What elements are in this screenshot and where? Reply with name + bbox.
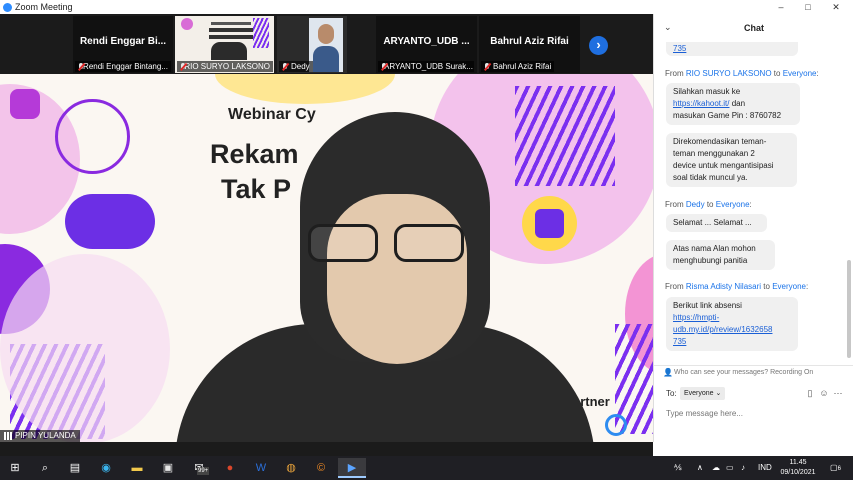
zoom-logo-icon bbox=[3, 2, 12, 12]
slide-headline-1: Rekam bbox=[210, 139, 299, 169]
app-c-icon[interactable]: © bbox=[313, 460, 329, 476]
window-title: Zoom Meeting bbox=[15, 2, 73, 12]
meeting-bottom-bar bbox=[0, 442, 653, 456]
clock[interactable]: 11.45 09/10/2021 bbox=[776, 458, 820, 478]
participant-name: Bahrul Aziz Rifai bbox=[490, 36, 569, 47]
chrome-icon[interactable]: ◍ bbox=[283, 460, 299, 476]
message-sender: From Risma Adisty Nilasari to Everyone: bbox=[665, 282, 809, 291]
participant-video bbox=[309, 18, 343, 72]
message-sender: From Dedy to Everyone: bbox=[665, 200, 752, 209]
participant-name: ARYANTO_UDB ... bbox=[383, 36, 470, 47]
next-page-button[interactable]: › bbox=[589, 36, 608, 55]
mic-muted-icon bbox=[78, 63, 84, 70]
chat-title: Chat bbox=[744, 23, 764, 33]
participant-name: Rendi Enggar Bi... bbox=[79, 36, 167, 47]
chat-footer bbox=[653, 442, 853, 456]
scrollbar-thumb[interactable] bbox=[847, 260, 851, 358]
desktop: Zoom Meeting – □ ✕ Rendi Enggar Bi... Re… bbox=[0, 0, 853, 480]
decor-blob bbox=[0, 254, 170, 442]
mic-muted-icon bbox=[484, 63, 490, 70]
chat-header: ⌄ Chat bbox=[654, 14, 853, 42]
chat-panel: ⌄ Chat 735 From RIO SURYO LAKSONO to Eve… bbox=[653, 14, 853, 442]
volume-icon[interactable]: ♪ bbox=[741, 460, 745, 476]
slide-headline-2: Tak P bbox=[221, 174, 292, 204]
slide-webinar-text: Webinar Cy bbox=[228, 106, 316, 123]
logo-icon bbox=[10, 89, 40, 119]
partner-logo-icon bbox=[605, 414, 627, 436]
word-icon[interactable]: W bbox=[253, 460, 269, 476]
audio-level-icon bbox=[4, 432, 12, 440]
mic-muted-icon bbox=[180, 63, 187, 70]
emoji-icon[interactable]: ☺ bbox=[819, 388, 829, 399]
chat-message: Berikut link absensi https://hmpti- udb.… bbox=[666, 297, 798, 351]
speaker-name-label: PIPIN YULANDA bbox=[0, 430, 80, 442]
participant-tile[interactable]: Rendi Enggar Bi... Rendi Enggar Bintang.… bbox=[73, 16, 173, 73]
search-icon[interactable]: ⌕ bbox=[37, 460, 53, 476]
decor-blob bbox=[215, 74, 395, 104]
kahoot-link[interactable]: https://kahoot.it/ bbox=[673, 99, 729, 108]
participant-label: RIO SURYO LAKSONO bbox=[177, 61, 273, 72]
chat-scrollbar[interactable] bbox=[847, 42, 852, 364]
more-icon[interactable]: ⋯ bbox=[833, 388, 843, 399]
mail-badge: 99+ bbox=[197, 467, 210, 475]
shared-screen-thumbnail bbox=[181, 18, 269, 60]
absensi-link-end[interactable]: 735 bbox=[673, 337, 686, 346]
participant-tile[interactable]: ARYANTO_UDB ... ARYANTO_UDB Surak... bbox=[376, 16, 477, 73]
zoom-taskbar-icon[interactable]: ▶ bbox=[338, 458, 366, 478]
edge-icon[interactable]: ◉ bbox=[98, 460, 114, 476]
file-explorer-icon[interactable]: ▬ bbox=[129, 460, 145, 476]
mic-muted-icon bbox=[282, 63, 288, 70]
chevron-up-icon[interactable]: ∧ bbox=[697, 460, 703, 476]
recipient-select[interactable]: Everyone ⌄ bbox=[680, 387, 726, 400]
participant-tile[interactable]: Bahrul Aziz Rifai Bahrul Aziz Rifai bbox=[479, 16, 580, 73]
language-indicator[interactable]: IND bbox=[758, 460, 772, 476]
speaker-face bbox=[327, 194, 467, 364]
recipient-row: To: Everyone ⌄ ▯ ☺ ⋯ bbox=[654, 386, 853, 402]
people-icon: 👤 bbox=[663, 368, 673, 377]
absensi-link-cont[interactable]: udb.my.id/p/review/1632658 bbox=[673, 325, 772, 334]
participant-label: Dedy bbox=[279, 61, 313, 72]
mail-icon[interactable]: ✉ 99+ bbox=[191, 460, 210, 476]
participant-label: Bahrul Aziz Rifai bbox=[481, 61, 555, 72]
battery-icon[interactable]: ▭ bbox=[726, 460, 734, 476]
meeting-area: Rendi Enggar Bi... Rendi Enggar Bintang.… bbox=[0, 14, 653, 442]
maximize-button[interactable]: □ bbox=[795, 0, 821, 14]
cloud-network-icon bbox=[65, 194, 155, 249]
participant-tile[interactable]: Dedy bbox=[277, 16, 347, 73]
file-icon[interactable]: ▯ bbox=[805, 388, 815, 399]
chat-message: 735 bbox=[666, 42, 798, 56]
chat-message-input[interactable] bbox=[666, 406, 846, 420]
to-label: To: bbox=[666, 389, 677, 398]
fingerprint-icon bbox=[535, 209, 564, 238]
chat-message: Atas nama Alan mohon menghubungi panitia bbox=[666, 240, 775, 270]
chat-message: Silahkan masuk ke https://kahoot.it/ dan… bbox=[666, 83, 800, 125]
speaker-glasses bbox=[308, 224, 473, 264]
absensi-link[interactable]: https://hmpti- bbox=[673, 313, 719, 322]
store-icon[interactable]: ▣ bbox=[160, 460, 176, 476]
chat-messages[interactable]: 735 From RIO SURYO LAKSONO to Everyone: … bbox=[654, 42, 844, 364]
person-icon[interactable]: ⅍ bbox=[674, 460, 682, 476]
minimize-button[interactable]: – bbox=[768, 0, 794, 14]
notification-icon[interactable]: ▢6 bbox=[830, 460, 841, 476]
participant-label: ARYANTO_UDB Surak... bbox=[378, 61, 474, 72]
title-bar: Zoom Meeting – □ ✕ bbox=[0, 0, 853, 14]
decor-stripes bbox=[515, 86, 615, 186]
windows-start-icon[interactable]: ⊞ bbox=[7, 460, 23, 476]
link[interactable]: 735 bbox=[673, 44, 686, 53]
chat-message: Direkomendasikan teman- teman menggunaka… bbox=[666, 133, 797, 187]
network-icon[interactable]: ☁ bbox=[712, 460, 720, 476]
chat-message: Selamat ... Selamat ... bbox=[666, 214, 767, 232]
task-view-icon[interactable]: ▤ bbox=[67, 460, 83, 476]
close-button[interactable]: ✕ bbox=[823, 0, 849, 14]
decor-ring bbox=[55, 99, 130, 174]
message-sender: From RIO SURYO LAKSONO to Everyone: bbox=[665, 69, 819, 78]
participant-tile[interactable]: RIO SURYO LAKSONO bbox=[175, 16, 274, 73]
participant-label: Rendi Enggar Bintang... bbox=[75, 61, 171, 72]
participant-strip: Rendi Enggar Bi... Rendi Enggar Bintang.… bbox=[0, 14, 653, 74]
taskbar: ⊞ ⌕ ▤ ◉ ▬ ▣ ✉ 99+ ● W ◍ © ▶ ⅍ ∧ ☁ ▭ ♪ IN… bbox=[0, 456, 853, 480]
active-speaker-video: Webinar Cy Rekam Tak P artner PIPIN YULA… bbox=[0, 74, 653, 442]
powerpoint-icon[interactable]: ● bbox=[222, 460, 238, 476]
privacy-note[interactable]: 👤 Who can see your messages? Recording O… bbox=[654, 365, 853, 379]
